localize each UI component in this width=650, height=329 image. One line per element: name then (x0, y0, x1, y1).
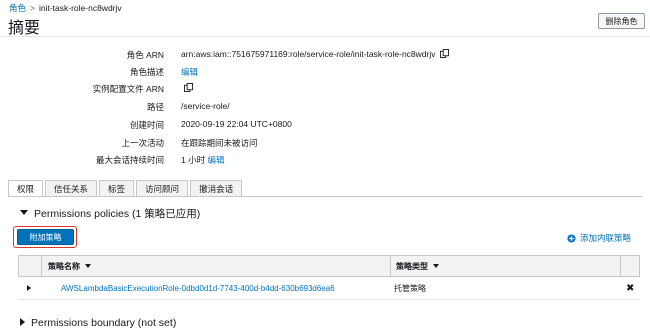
copy-icon[interactable] (439, 49, 449, 58)
role-arn-value: arn:aws:iam::751675971169:role/service-r… (181, 49, 436, 59)
attach-policies-button[interactable]: 附加策略 (17, 229, 74, 245)
row-expand-toggle[interactable] (27, 277, 31, 299)
column-divider (390, 256, 391, 276)
page-title: 摘要 (8, 20, 41, 37)
edit-description-link[interactable]: 编辑 (181, 67, 198, 77)
column-header-policy-name[interactable]: 策略名称 (48, 256, 91, 276)
max-session-value: 1 小时 (181, 155, 206, 165)
last-activity-value: 在跟踪期间未被访问 (181, 138, 258, 148)
expand-caret-icon (27, 285, 31, 291)
delete-role-button[interactable]: 删除角色 (598, 13, 645, 29)
table-row: AWSLambdaBasicExecutionRole-0dbd0d1d-774… (18, 277, 640, 300)
breadcrumb-current: init-task-role-nc8wdrjv (38, 3, 122, 13)
tab-tags[interactable]: 标签 (99, 180, 135, 196)
policy-name-link[interactable]: AWSLambdaBasicExecutionRole-0dbd0d1d-774… (61, 284, 335, 293)
column-header-label: 策略名称 (48, 261, 80, 271)
permissions-boundary-header[interactable]: Permissions boundary (not set) (20, 317, 176, 329)
tab-permissions[interactable]: 权限 (8, 180, 44, 197)
add-inline-policy-label: 添加内联策略 (579, 233, 631, 243)
summary-row-last-activity: 上一次活动 在跟踪期间未被访问 (0, 137, 650, 152)
policy-type-value: 托管策略 (394, 283, 426, 293)
summary-label: 角色 ARN (126, 50, 164, 60)
summary-row-instance-profile: 实例配置文件 ARN (0, 83, 650, 98)
breadcrumb-separator: > (30, 3, 35, 13)
summary-row-creation-time: 创建时间 2020-09-19 22:04 UTC+0800 (0, 119, 650, 134)
column-divider (620, 256, 621, 276)
column-header-label: 策略类型 (396, 261, 428, 271)
add-inline-policy-link[interactable]: 添加内联策略 (567, 232, 631, 244)
summary-label: 角色描述 (129, 67, 164, 77)
remove-policy-icon[interactable]: ✖ (626, 277, 634, 299)
tab-divider (8, 196, 642, 197)
summary-row-role-description: 角色描述 编辑 (0, 66, 650, 81)
sort-caret-icon (433, 264, 439, 268)
copy-icon[interactable] (184, 83, 193, 92)
tab-revoke-sessions[interactable]: 撤消会话 (190, 180, 243, 196)
summary-row-path: 路径 /service-role/ (0, 101, 650, 116)
summary-label: 路径 (146, 102, 164, 112)
summary-label: 创建时间 (129, 120, 164, 130)
permissions-boundary-title: Permissions boundary (not set) (31, 317, 177, 329)
sort-caret-icon (85, 264, 91, 268)
creation-time-value: 2020-09-19 22:04 UTC+0800 (181, 119, 292, 129)
tab-bar: 权限 信任关系 标签 访问顾问 撤消会话 (8, 180, 244, 197)
tab-access-advisor[interactable]: 访问顾问 (136, 180, 189, 196)
tab-trust-relationships[interactable]: 信任关系 (45, 180, 98, 196)
collapse-caret-icon (20, 210, 28, 215)
permissions-policies-title: Permissions policies (1 策略已应用) (34, 208, 201, 220)
column-divider (41, 256, 42, 276)
permissions-policies-header[interactable]: Permissions policies (1 策略已应用) (20, 206, 200, 221)
summary-label: 上一次活动 (121, 138, 164, 148)
column-header-policy-type[interactable]: 策略类型 (396, 256, 439, 276)
summary-row-max-session: 最大会话持续时间 1 小时 编辑 (0, 154, 650, 169)
summary-label: 最大会话持续时间 (95, 155, 164, 165)
edit-max-session-link[interactable]: 编辑 (207, 155, 224, 165)
breadcrumb-roles-link[interactable]: 角色 (9, 3, 26, 13)
summary-row-role-arn: 角色 ARN arn:aws:iam::751675971169:role/se… (0, 49, 650, 64)
header-divider (0, 36, 650, 37)
breadcrumb: 角色 > init-task-role-nc8wdrjv (9, 2, 122, 14)
path-value: /service-role/ (181, 101, 230, 111)
summary-label: 实例配置文件 ARN (92, 84, 164, 94)
plus-circle-icon (567, 233, 576, 243)
table-header: 策略名称 策略类型 (18, 255, 640, 277)
